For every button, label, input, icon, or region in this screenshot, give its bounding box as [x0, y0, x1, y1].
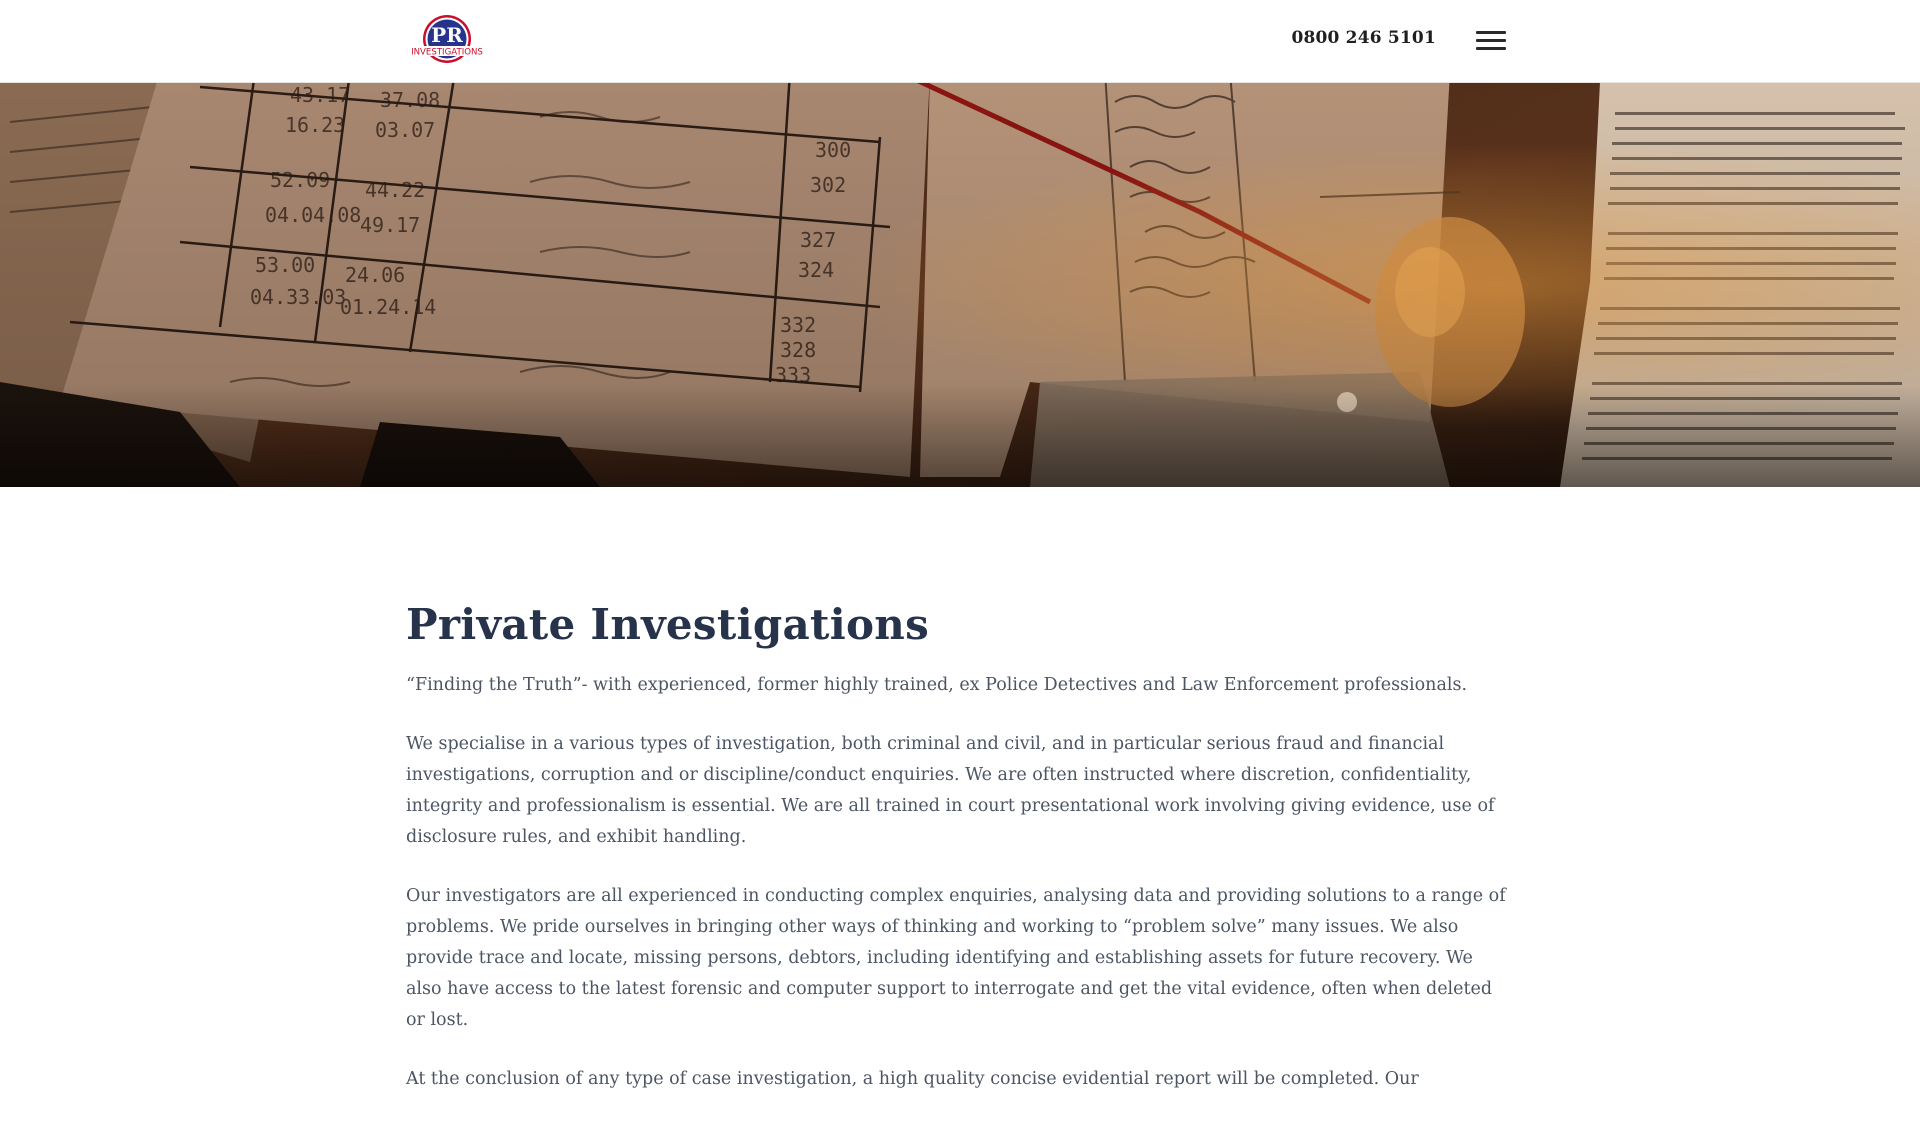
logo-mark: PR INVESTIGATIONS — [406, 15, 488, 63]
hero-image: 43.17 37.08 16.23 03.07 52.09 44.22 04.0… — [0, 82, 1920, 487]
hamburger-line — [1476, 47, 1506, 50]
logo-initials: PR — [431, 23, 463, 47]
logo-wordmark: INVESTIGATIONS — [411, 48, 483, 58]
hamburger-icon[interactable] — [1476, 29, 1506, 53]
site-logo[interactable]: PR INVESTIGATIONS — [406, 12, 488, 70]
body-paragraph: Our investigators are all experienced in… — [406, 886, 1506, 1031]
main-content: Private Investigations “Finding the Trut… — [406, 600, 1510, 1123]
hamburger-line — [1476, 31, 1506, 34]
hamburger-line — [1476, 39, 1506, 42]
page-title: Private Investigations — [406, 600, 930, 649]
site-header: PR INVESTIGATIONS 0800 246 5101 — [0, 0, 1920, 83]
intro-paragraph: “Finding the Truth”- with experienced, f… — [406, 675, 1468, 696]
body-paragraph: We specialise in a various types of inve… — [406, 734, 1495, 848]
phone-number-link[interactable]: 0800 246 5101 — [1290, 28, 1436, 48]
hero-documents-illustration: 43.17 37.08 16.23 03.07 52.09 44.22 04.0… — [0, 82, 1920, 487]
